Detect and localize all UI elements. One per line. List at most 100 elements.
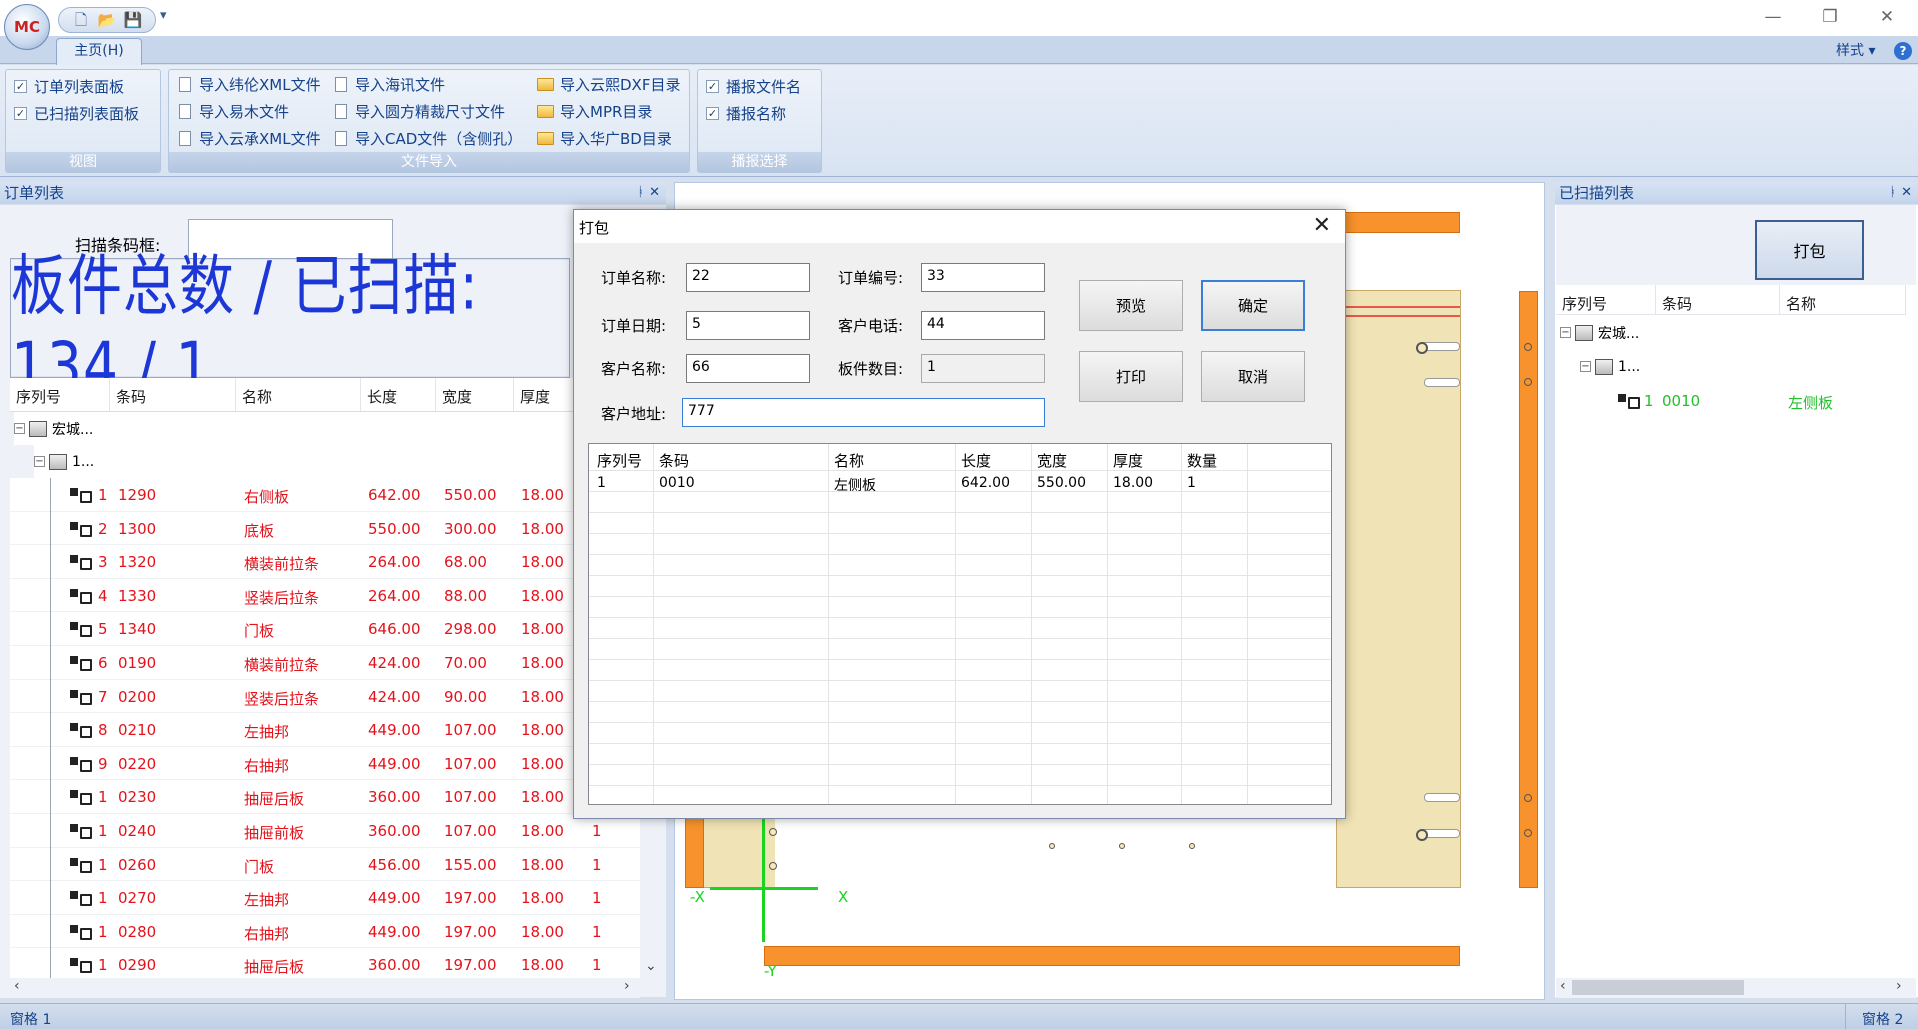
cell-name: 右侧板: [244, 488, 290, 506]
import-yunxi-dxf-button[interactable]: 导入云熙DXF目录: [537, 73, 680, 95]
cell-width: 70.00: [444, 654, 487, 672]
table-row[interactable]: 4 1330 竖装后拉条 264.00 88.00 18.00: [10, 578, 640, 613]
pack-items-grid[interactable]: 序列号 条码 名称 长度 宽度 厚度 数量 1 0010 左侧板 642.00 550.00 18.00…: [588, 443, 1332, 805]
scroll-down-icon[interactable]: ⌄: [645, 958, 657, 974]
restore-button[interactable]: ❐: [1805, 4, 1855, 30]
column-header[interactable]: 数量: [1187, 450, 1217, 471]
customize-qat-icon[interactable]: ▾: [160, 8, 174, 28]
horizontal-scrollbar[interactable]: [0, 978, 640, 998]
preview-button[interactable]: 预览: [1079, 280, 1183, 331]
column-header[interactable]: 序列号: [1556, 285, 1656, 314]
checkbox-broadcast-filename[interactable]: ✓ 播报文件名: [706, 75, 801, 97]
collapse-icon[interactable]: −: [14, 423, 25, 434]
save-icon[interactable]: 💾: [123, 11, 143, 29]
customer-phone-field[interactable]: 44: [921, 311, 1045, 340]
document-icon: [335, 76, 347, 92]
scanned-grid-header: 序列号 条码 名称: [1556, 285, 1906, 315]
column-header[interactable]: 宽度: [436, 378, 514, 411]
column-header[interactable]: 长度: [361, 378, 436, 411]
import-yimu-button[interactable]: 导入易木文件: [179, 100, 289, 122]
part-icon: [68, 520, 92, 537]
checkbox-scanned-list-panel[interactable]: ✓ 已扫描列表面板: [14, 102, 139, 124]
cancel-button[interactable]: 取消: [1201, 351, 1305, 402]
minimize-button[interactable]: —: [1748, 4, 1798, 30]
column-header[interactable]: 厚度: [1113, 450, 1143, 471]
table-row[interactable]: 1 1290 右侧板 642.00 550.00 18.00: [10, 478, 640, 512]
table-row[interactable]: 6 0190 横装前拉条 424.00 70.00 18.00: [10, 646, 640, 680]
column-header[interactable]: 名称: [236, 378, 361, 411]
tree-node-order[interactable]: − 1...: [1580, 350, 1640, 383]
style-menu[interactable]: 样式 ▾: [1836, 40, 1875, 60]
column-header[interactable]: 序列号: [10, 378, 110, 411]
cell-thickness: 18.00: [521, 788, 564, 807]
table-row[interactable]: 1 0230 抽屉后板 360.00 107.00 18.00: [10, 780, 640, 815]
table-row[interactable]: 1 0240 抽屉前板 360.00 107.00 18.00 1: [10, 814, 640, 848]
tab-home[interactable]: 主页(H): [56, 38, 142, 65]
table-row[interactable]: 1 0280 右抽邦 449.00 197.00 18.00 1: [10, 914, 640, 949]
scroll-right-icon[interactable]: ›: [624, 978, 630, 994]
collapse-icon[interactable]: −: [1580, 361, 1591, 372]
import-huaguang-bd-button[interactable]: 导入华广BD目录: [537, 127, 672, 149]
help-icon[interactable]: ?: [1894, 42, 1912, 60]
import-haixun-button[interactable]: 导入海讯文件: [335, 73, 445, 95]
column-header[interactable]: 名称: [834, 450, 864, 471]
print-button[interactable]: 打印: [1079, 351, 1183, 402]
close-window-button[interactable]: ✕: [1862, 4, 1912, 30]
collapse-icon[interactable]: −: [34, 456, 45, 467]
column-header[interactable]: 厚度: [514, 378, 574, 411]
scroll-right-icon[interactable]: ›: [1896, 978, 1902, 994]
table-row[interactable]: 1 0260 门板 456.00 155.00 18.00 1: [10, 847, 640, 882]
table-row[interactable]: 7 0200 竖装后拉条 424.00 90.00 18.00: [10, 679, 640, 714]
app-menu-button[interactable]: MC: [4, 4, 50, 50]
new-file-icon[interactable]: 🗋: [71, 11, 91, 29]
panel-pin-close-icons[interactable]: ᚭ ✕: [1889, 182, 1912, 204]
tree-node-customer[interactable]: − 宏城...: [1560, 316, 1639, 349]
table-row[interactable]: 8 0210 左抽邦 449.00 107.00 18.00: [10, 713, 640, 748]
import-weilun-xml-button[interactable]: 导入纬伦XML文件: [179, 73, 321, 95]
close-icon[interactable]: ✕: [1313, 213, 1331, 238]
column-header[interactable]: 条码: [110, 378, 236, 411]
column-header[interactable]: 序列号: [597, 450, 642, 471]
scroll-left-icon[interactable]: ‹: [1560, 978, 1566, 994]
import-cad-button[interactable]: 导入CAD文件（含侧孔）: [335, 127, 522, 149]
customer-name-field[interactable]: 66: [686, 354, 810, 383]
scanned-row[interactable]: 1 0010 左侧板: [1560, 384, 1910, 418]
column-header[interactable]: 条码: [659, 450, 689, 471]
ribbon-group-view: ✓ 订单列表面板 ✓ 已扫描列表面板 视图: [5, 69, 161, 173]
customer-address-field[interactable]: 777: [682, 398, 1045, 427]
grid-line: [1107, 444, 1108, 804]
panel-pin-close-icons[interactable]: ᚭ ✕: [637, 182, 660, 204]
open-folder-icon[interactable]: 📂: [97, 11, 117, 29]
checkbox-order-list-panel[interactable]: ✓ 订单列表面板: [14, 75, 124, 97]
table-row[interactable]: 1 0290 抽屉后板 360.00 197.00 18.00 1: [10, 948, 640, 983]
cell-width: 107.00: [444, 754, 497, 773]
tree-node-order[interactable]: − 1...: [34, 445, 634, 478]
table-row[interactable]: 5 1340 门板 646.00 298.00 18.00: [10, 612, 640, 647]
scroll-left-icon[interactable]: ‹: [14, 978, 20, 994]
part-icon: [68, 688, 92, 705]
order-no-field[interactable]: 33: [921, 263, 1045, 292]
table-row[interactable]: 1 0270 左抽邦 449.00 197.00 18.00 1: [10, 881, 640, 916]
table-row[interactable]: 2 1300 底板 550.00 300.00 18.00: [10, 511, 640, 546]
column-header[interactable]: 长度: [961, 450, 991, 471]
hole-shape: [1189, 843, 1195, 849]
collapse-icon[interactable]: −: [1560, 327, 1571, 338]
column-header[interactable]: 名称: [1780, 285, 1906, 314]
column-header[interactable]: 宽度: [1037, 450, 1067, 471]
checkbox-broadcast-name[interactable]: ✓ 播报名称: [706, 102, 786, 124]
import-yuncheng-xml-button[interactable]: 导入云承XML文件: [179, 127, 321, 149]
cell-name: 抽屉后板: [244, 958, 305, 977]
scrollbar-thumb[interactable]: [1572, 980, 1744, 995]
table-row[interactable]: 3 1320 横装前拉条 264.00 68.00 18.00: [10, 545, 640, 580]
order-date-field[interactable]: 5: [686, 311, 810, 340]
column-header[interactable]: 条码: [1656, 285, 1780, 314]
table-row[interactable]: 9 0220 右抽邦 449.00 107.00 18.00: [10, 746, 640, 781]
part-icon: [68, 654, 92, 671]
tree-node-customer[interactable]: − 宏城...: [14, 412, 634, 445]
part-icon: [68, 889, 92, 907]
pack-button[interactable]: 打包: [1755, 220, 1864, 280]
order-name-field[interactable]: 22: [686, 263, 810, 292]
ok-button[interactable]: 确定: [1201, 280, 1305, 331]
import-yuanfang-button[interactable]: 导入圆方精裁尺寸文件: [335, 100, 505, 122]
import-mpr-button[interactable]: 导入MPR目录: [537, 100, 652, 122]
